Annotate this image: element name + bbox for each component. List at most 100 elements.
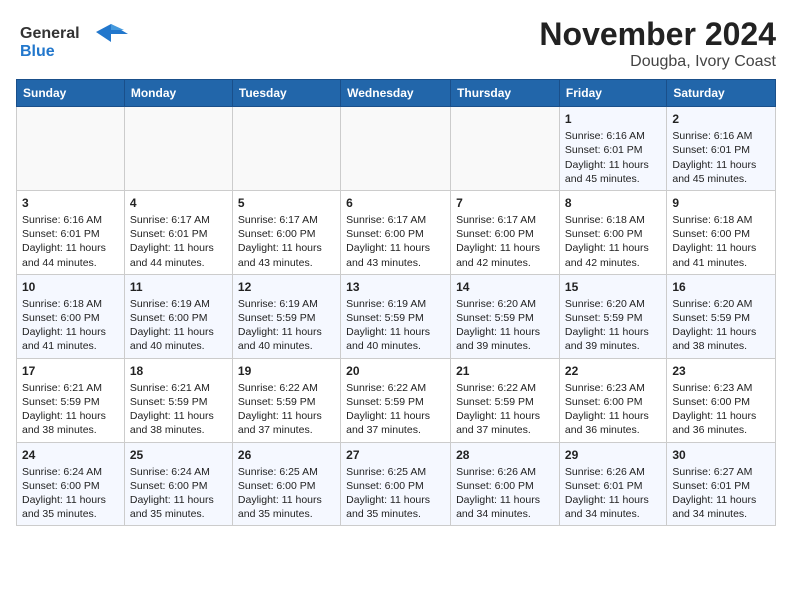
day-info: Sunset: 5:59 PM <box>456 311 554 325</box>
day-info: Sunrise: 6:18 AM <box>22 297 119 311</box>
day-info: Sunrise: 6:24 AM <box>130 465 227 479</box>
day-info: Sunset: 6:00 PM <box>672 395 770 409</box>
header-tuesday: Tuesday <box>232 80 340 107</box>
day-info: Sunset: 6:00 PM <box>22 479 119 493</box>
page-title: November 2024 <box>539 16 776 53</box>
day-info: Daylight: 11 hours and 39 minutes. <box>456 325 554 353</box>
day-number: 14 <box>456 279 554 295</box>
day-info: Sunset: 6:01 PM <box>22 227 119 241</box>
day-info: Daylight: 11 hours and 42 minutes. <box>456 241 554 269</box>
calendar-cell: 2Sunrise: 6:16 AMSunset: 6:01 PMDaylight… <box>667 107 776 191</box>
day-info: Daylight: 11 hours and 37 minutes. <box>238 409 335 437</box>
day-info: Sunset: 5:59 PM <box>456 395 554 409</box>
calendar-cell: 3Sunrise: 6:16 AMSunset: 6:01 PMDaylight… <box>17 190 125 274</box>
calendar-cell: 28Sunrise: 6:26 AMSunset: 6:00 PMDayligh… <box>451 442 560 526</box>
calendar-cell: 25Sunrise: 6:24 AMSunset: 6:00 PMDayligh… <box>124 442 232 526</box>
calendar-cell: 21 Sunrise: 6:22 AMSunset: 5:59 PMDayligh… <box>451 358 560 442</box>
svg-text:Blue: Blue <box>20 43 55 60</box>
day-info: Sunrise: 6:22 AM <box>238 381 335 395</box>
day-info: Sunrise: 6:22 AM <box>346 381 445 395</box>
day-info: Sunset: 6:00 PM <box>456 227 554 241</box>
day-info: Daylight: 11 hours and 35 minutes. <box>130 493 227 521</box>
calendar-cell: 14 Sunrise: 6:20 AMSunset: 5:59 PMDayligh… <box>451 274 560 358</box>
day-info: Daylight: 11 hours and 34 minutes. <box>456 493 554 521</box>
logo-image: General Blue <box>16 16 136 66</box>
day-info: Sunset: 6:01 PM <box>672 479 770 493</box>
day-info: Sunrise: 6:16 AM <box>22 213 119 227</box>
calendar-cell: 13Sunrise: 6:19 AMSunset: 5:59 PMDayligh… <box>341 274 451 358</box>
day-number: 5 <box>238 195 335 211</box>
day-info: Sunrise: 6:21 AM <box>22 381 119 395</box>
day-info: Daylight: 11 hours and 34 minutes. <box>672 493 770 521</box>
day-info: Sunset: 6:01 PM <box>130 227 227 241</box>
page-subtitle: Dougba, Ivory Coast <box>539 53 776 71</box>
calendar-table: SundayMondayTuesdayWednesdayThursdayFrid… <box>16 79 776 526</box>
day-number: 8 <box>565 195 661 211</box>
day-info: Daylight: 11 hours and 36 minutes. <box>565 409 661 437</box>
day-number: 13 <box>346 279 445 295</box>
day-info: Daylight: 11 hours and 39 minutes. <box>565 325 661 353</box>
day-number: 3 <box>22 195 119 211</box>
day-number: 6 <box>346 195 445 211</box>
day-info: Sunset: 5:59 PM <box>22 395 119 409</box>
day-number: 20 <box>346 363 445 379</box>
day-number: 28 <box>456 447 554 463</box>
day-info: Sunset: 6:00 PM <box>238 227 335 241</box>
logo: General Blue <box>16 16 136 71</box>
day-info: Daylight: 11 hours and 35 minutes. <box>346 493 445 521</box>
calendar-cell: 23Sunrise: 6:23 AMSunset: 6:00 PMDayligh… <box>667 358 776 442</box>
day-number: 22 <box>565 363 661 379</box>
day-info: Sunset: 6:00 PM <box>346 227 445 241</box>
day-info: Sunrise: 6:16 AM <box>672 129 770 143</box>
day-info: Daylight: 11 hours and 37 minutes. <box>456 409 554 437</box>
calendar-cell: 17Sunrise: 6:21 AMSunset: 5:59 PMDayligh… <box>17 358 125 442</box>
day-number: 9 <box>672 195 770 211</box>
day-info: Sunrise: 6:26 AM <box>456 465 554 479</box>
day-info: Sunrise: 6:23 AM <box>672 381 770 395</box>
calendar-cell: 16Sunrise: 6:20 AMSunset: 5:59 PMDayligh… <box>667 274 776 358</box>
day-info: Daylight: 11 hours and 43 minutes. <box>238 241 335 269</box>
calendar-cell: 24Sunrise: 6:24 AMSunset: 6:00 PMDayligh… <box>17 442 125 526</box>
day-info: Sunrise: 6:23 AM <box>565 381 661 395</box>
day-info: Daylight: 11 hours and 44 minutes. <box>130 241 227 269</box>
logo-svg-wrapper: General Blue <box>16 16 136 71</box>
day-info: Sunrise: 6:21 AM <box>130 381 227 395</box>
day-info: Daylight: 11 hours and 45 minutes. <box>565 158 661 186</box>
day-number: 12 <box>238 279 335 295</box>
day-info: Sunrise: 6:16 AM <box>565 129 661 143</box>
day-number: 16 <box>672 279 770 295</box>
day-info: Daylight: 11 hours and 40 minutes. <box>238 325 335 353</box>
day-info: Sunrise: 6:18 AM <box>565 213 661 227</box>
day-number: 15 <box>565 279 661 295</box>
day-info: Sunrise: 6:20 AM <box>456 297 554 311</box>
day-info: Sunrise: 6:19 AM <box>130 297 227 311</box>
day-info: Sunset: 6:00 PM <box>130 479 227 493</box>
day-info: Sunset: 6:00 PM <box>238 479 335 493</box>
day-info: Sunrise: 6:19 AM <box>238 297 335 311</box>
day-info: Sunset: 6:00 PM <box>565 395 661 409</box>
calendar-cell: 9Sunrise: 6:18 AMSunset: 6:00 PMDaylight… <box>667 190 776 274</box>
day-info: Sunset: 6:00 PM <box>346 479 445 493</box>
day-info: Sunrise: 6:22 AM <box>456 381 554 395</box>
day-info: Sunrise: 6:17 AM <box>346 213 445 227</box>
calendar-cell: 18Sunrise: 6:21 AMSunset: 5:59 PMDayligh… <box>124 358 232 442</box>
day-number: 30 <box>672 447 770 463</box>
day-number: 26 <box>238 447 335 463</box>
day-info: Daylight: 11 hours and 34 minutes. <box>565 493 661 521</box>
calendar-cell: 30 Sunrise: 6:27 AMSunset: 6:01 PMDayligh… <box>667 442 776 526</box>
calendar-cell <box>124 107 232 191</box>
day-info: Daylight: 11 hours and 38 minutes. <box>22 409 119 437</box>
day-number: 7 <box>456 195 554 211</box>
week-row-1: 1Sunrise: 6:16 AMSunset: 6:01 PMDaylight… <box>17 107 776 191</box>
day-info: Sunset: 6:00 PM <box>130 311 227 325</box>
day-info: Sunrise: 6:18 AM <box>672 213 770 227</box>
day-info: Sunset: 5:59 PM <box>238 311 335 325</box>
calendar-cell: 1Sunrise: 6:16 AMSunset: 6:01 PMDaylight… <box>559 107 666 191</box>
week-row-4: 17Sunrise: 6:21 AMSunset: 5:59 PMDayligh… <box>17 358 776 442</box>
day-number: 21 <box>456 363 554 379</box>
day-info: Sunrise: 6:27 AM <box>672 465 770 479</box>
header-saturday: Saturday <box>667 80 776 107</box>
day-info: Sunset: 5:59 PM <box>672 311 770 325</box>
day-info: Daylight: 11 hours and 37 minutes. <box>346 409 445 437</box>
day-info: Daylight: 11 hours and 40 minutes. <box>130 325 227 353</box>
